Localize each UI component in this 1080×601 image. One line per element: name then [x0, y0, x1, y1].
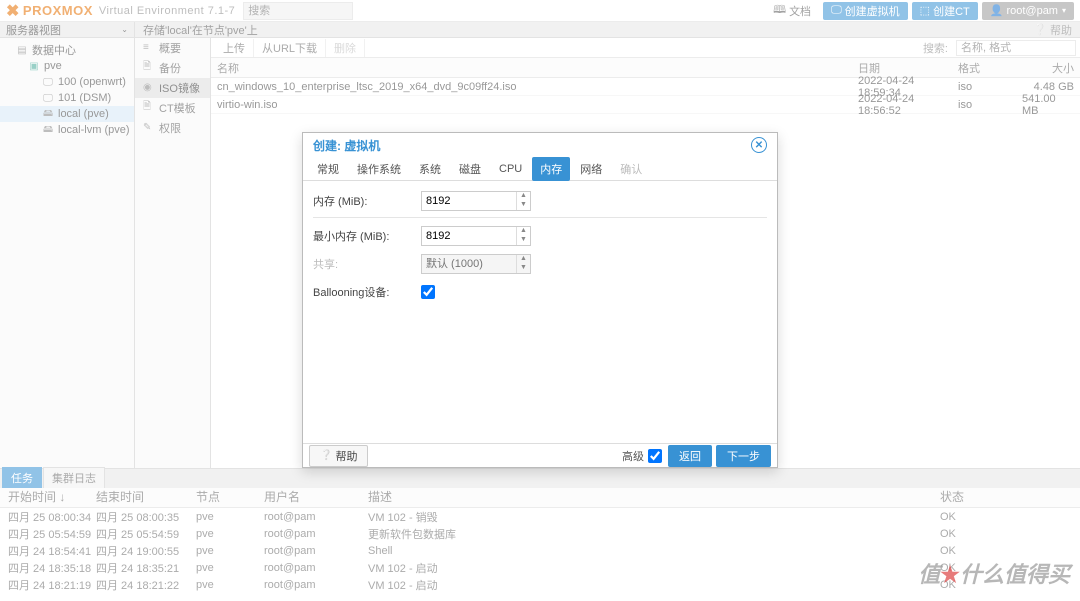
tab-confirm: 确认: [612, 157, 650, 181]
minmem-row: 最小内存 (MiB): ▲▼: [313, 224, 767, 248]
close-icon[interactable]: ✕: [751, 137, 767, 153]
shares-label: 共享:: [313, 256, 421, 272]
tab-system[interactable]: 系统: [411, 157, 449, 181]
memory-input[interactable]: [422, 195, 516, 207]
ballooning-label: Ballooning设备:: [313, 284, 421, 300]
tab-memory[interactable]: 内存: [532, 157, 570, 181]
spin-up-icon[interactable]: ▲: [517, 192, 530, 201]
spin-down-icon: ▼: [517, 264, 530, 273]
create-vm-modal: 创建: 虚拟机 ✕ 常规 操作系统 系统 磁盘 CPU 内存 网络 确认 内存 …: [302, 132, 778, 468]
minmem-label: 最小内存 (MiB):: [313, 228, 421, 244]
modal-footer: ❔帮助 高级 返回 下一步: [303, 443, 777, 467]
modal-title-bar[interactable]: 创建: 虚拟机 ✕: [303, 133, 777, 157]
minmem-input[interactable]: [422, 230, 516, 242]
shares-input: [422, 258, 516, 270]
tab-os[interactable]: 操作系统: [349, 157, 409, 181]
next-button[interactable]: 下一步: [716, 445, 771, 467]
spin-down-icon[interactable]: ▼: [517, 201, 530, 210]
tab-cpu[interactable]: CPU: [491, 159, 530, 179]
tab-disk[interactable]: 磁盘: [451, 157, 489, 181]
ballooning-checkbox[interactable]: [421, 285, 435, 299]
back-button[interactable]: 返回: [668, 445, 712, 467]
tab-network[interactable]: 网络: [572, 157, 610, 181]
tab-general[interactable]: 常规: [309, 157, 347, 181]
spin-down-icon[interactable]: ▼: [517, 236, 530, 245]
modal-help-button[interactable]: ❔帮助: [309, 445, 368, 467]
memory-row: 内存 (MiB): ▲▼: [313, 189, 767, 213]
modal-body: 内存 (MiB): ▲▼ 最小内存 (MiB): ▲▼ 共享: ▲▼ Ballo…: [303, 181, 777, 443]
memory-spinner[interactable]: ▲▼: [421, 191, 531, 211]
advanced-toggle[interactable]: 高级: [622, 448, 662, 464]
ballooning-row: Ballooning设备:: [313, 280, 767, 304]
shares-row: 共享: ▲▼: [313, 252, 767, 276]
modal-title-text: 创建: 虚拟机: [313, 137, 380, 154]
spin-up-icon: ▲: [517, 255, 530, 264]
advanced-checkbox[interactable]: [648, 449, 662, 463]
memory-label: 内存 (MiB):: [313, 193, 421, 209]
wizard-tabs: 常规 操作系统 系统 磁盘 CPU 内存 网络 确认: [303, 157, 777, 181]
spin-up-icon[interactable]: ▲: [517, 227, 530, 236]
shares-spinner: ▲▼: [421, 254, 531, 274]
minmem-spinner[interactable]: ▲▼: [421, 226, 531, 246]
help-icon: ❔: [320, 450, 332, 461]
